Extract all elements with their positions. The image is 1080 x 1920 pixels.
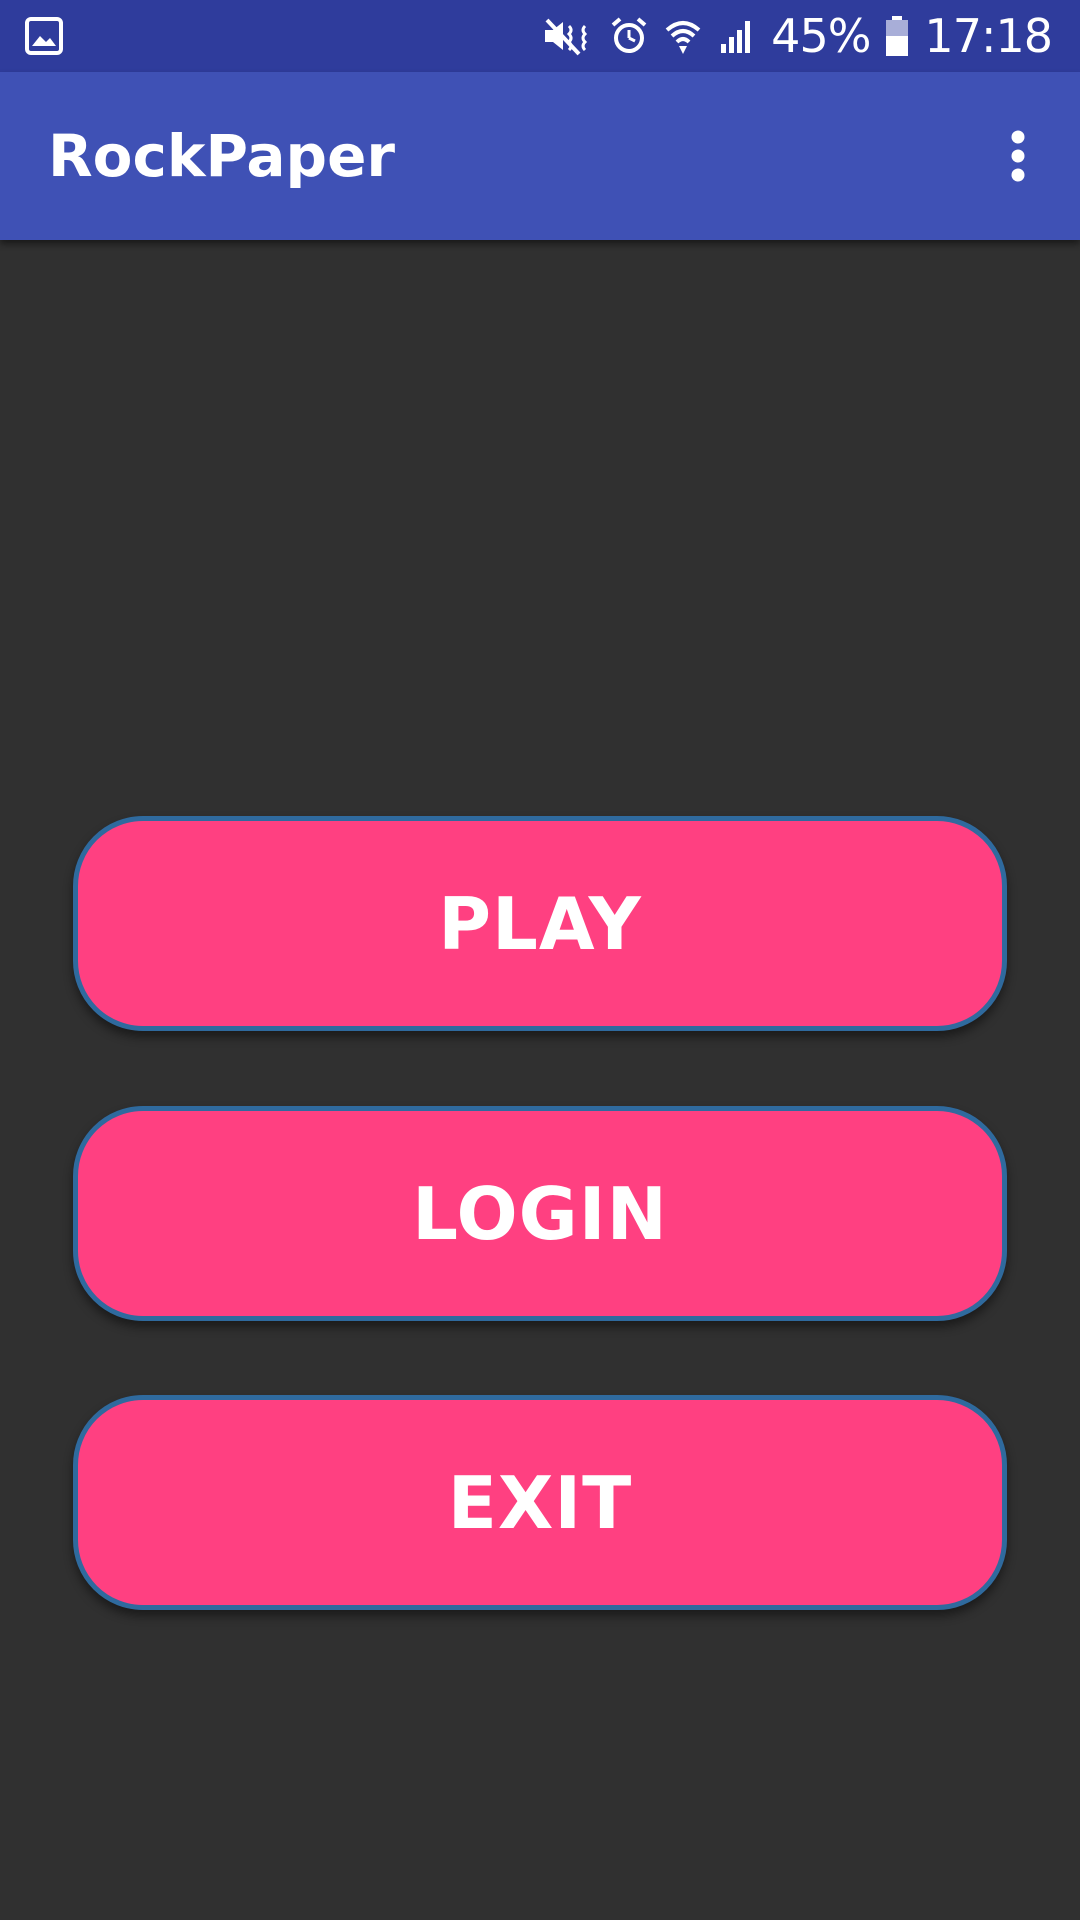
battery-icon [884, 14, 910, 58]
play-button[interactable]: PLAY [73, 816, 1007, 1031]
login-button[interactable]: LOGIN [73, 1106, 1007, 1321]
signal-icon [717, 16, 757, 56]
app-bar: RockPaper [0, 72, 1080, 240]
alarm-icon [609, 16, 649, 56]
status-icons: 45% 17:18 [539, 0, 1053, 72]
status-bar: 45% 17:18 [0, 0, 1080, 72]
exit-button[interactable]: EXIT [73, 1395, 1007, 1610]
app-title: RockPaper [48, 122, 396, 190]
image-icon [24, 16, 64, 56]
more-vert-icon[interactable] [986, 124, 1050, 188]
clock: 17:18 [924, 9, 1053, 63]
battery-percent: 45% [771, 9, 871, 63]
wifi-icon [663, 16, 703, 56]
mute-icon [539, 16, 595, 56]
